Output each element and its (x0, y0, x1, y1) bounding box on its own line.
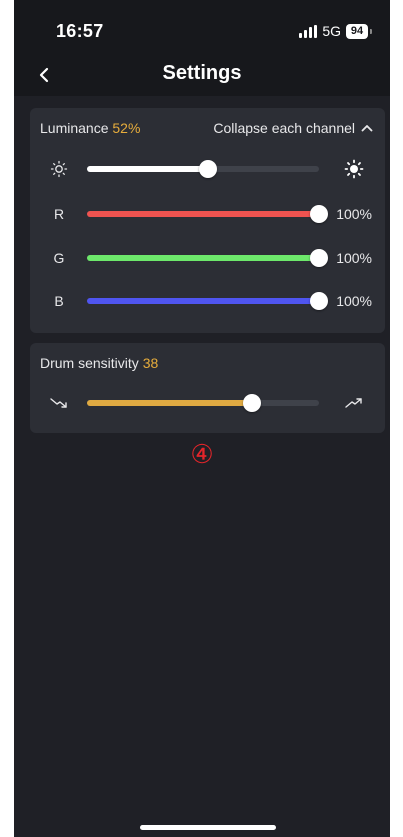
channel-value: 100% (336, 206, 372, 222)
slider-thumb[interactable] (310, 292, 328, 310)
channel-label: G (53, 250, 65, 266)
channel-row-g: G 100% (30, 245, 385, 271)
network-type: 5G (322, 23, 341, 39)
luminance-value: 52% (112, 120, 141, 136)
status-indicators: 5G 94 (299, 23, 372, 39)
drum-value: 38 (142, 355, 159, 371)
slider-thumb[interactable] (310, 249, 328, 267)
drum-sensitivity-card: Drum sensitivity 38 (30, 343, 385, 433)
channel-slider-r[interactable] (87, 205, 328, 223)
slider-fill (87, 255, 319, 261)
slider-fill (87, 166, 208, 172)
status-time: 16:57 (56, 21, 104, 41)
home-indicator[interactable] (140, 825, 276, 830)
slider-thumb[interactable] (310, 205, 328, 223)
trend-up-icon (339, 390, 369, 416)
signal-icon (299, 24, 318, 38)
slider-fill (87, 211, 319, 217)
step-marker: ④ (190, 440, 214, 470)
collapse-channels-button[interactable]: Collapse each channel (213, 120, 373, 136)
channel-row-b: B 100% (30, 288, 385, 314)
channel-label: R (53, 206, 65, 222)
page-title: Settings (162, 62, 242, 84)
status-bar: 16:57 5G 94 (14, 0, 390, 54)
drum-sensitivity-slider[interactable] (87, 394, 319, 412)
luminance-slider[interactable] (87, 160, 319, 178)
sun-bright-icon (339, 156, 369, 182)
slider-fill (87, 400, 252, 406)
channel-slider-b[interactable] (87, 292, 328, 310)
luminance-header: Luminance 52% Collapse each channel (40, 120, 375, 138)
slider-thumb[interactable] (198, 160, 217, 178)
trend-down-icon (44, 390, 74, 416)
luminance-slider-row (30, 156, 385, 182)
drum-header: Drum sensitivity 38 (40, 355, 375, 373)
channel-value: 100% (336, 250, 372, 266)
sun-dim-icon (44, 156, 74, 182)
channel-value: 100% (336, 293, 372, 309)
drum-slider-row (30, 390, 385, 416)
chevron-up-icon (361, 125, 373, 132)
channel-slider-g[interactable] (87, 249, 328, 267)
luminance-label: Luminance (40, 120, 109, 136)
channel-label: B (54, 293, 64, 309)
channel-row-r: R 100% (30, 201, 385, 227)
battery-icon: 94 (346, 23, 372, 39)
slider-thumb[interactable] (242, 394, 261, 412)
luminance-card: Luminance 52% Collapse each channel R 10… (30, 108, 385, 333)
phone-screen: 16:57 5G 94 Settings Luminance 52% Colla… (14, 0, 390, 837)
drum-label: Drum sensitivity (40, 355, 139, 371)
nav-bar: Settings (14, 54, 390, 96)
slider-fill (87, 298, 319, 304)
collapse-label: Collapse each channel (213, 120, 355, 136)
